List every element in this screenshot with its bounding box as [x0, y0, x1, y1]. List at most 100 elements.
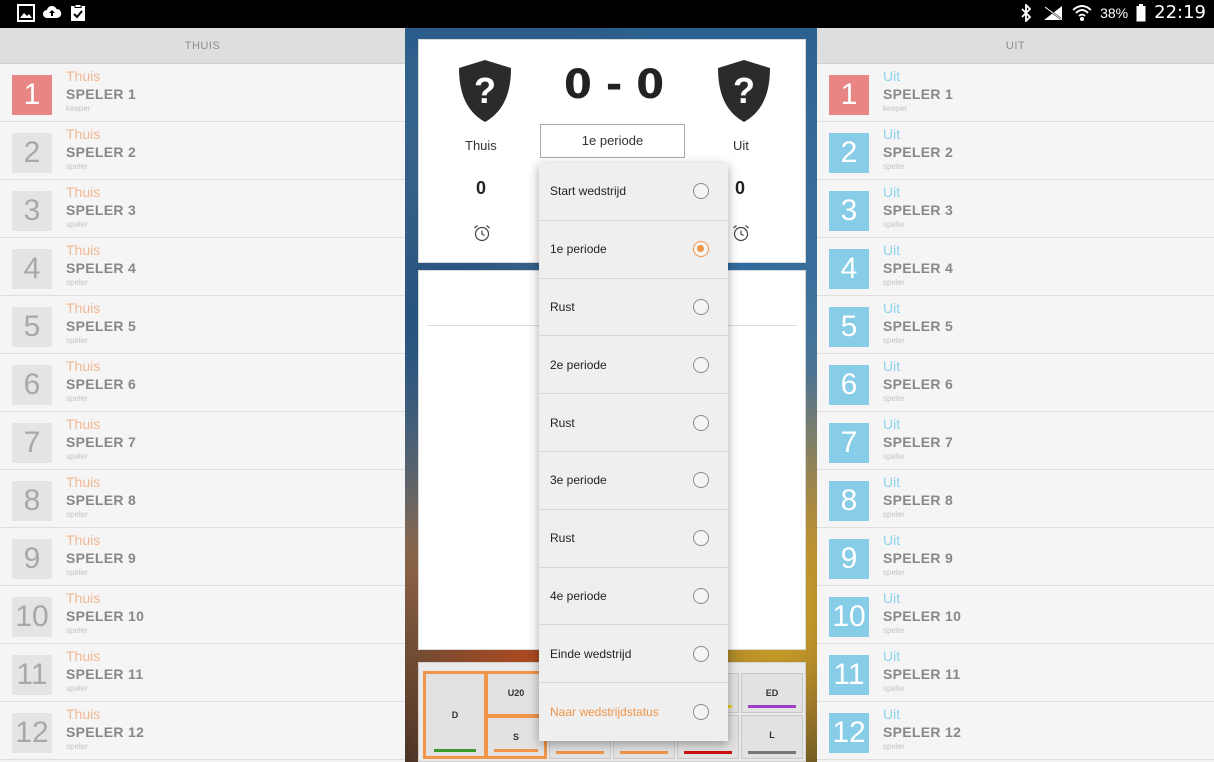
period-menu-item[interactable]: Einde wedstrijd [539, 625, 728, 684]
period-menu-item[interactable]: 1e periode [539, 221, 728, 279]
player-team-label: Thuis [66, 416, 101, 432]
player-name: SPELER 6 [66, 376, 137, 392]
zone-s-label: S [512, 732, 519, 742]
period-selector-button[interactable]: 1e periode [540, 124, 685, 158]
away-alarm-clock-icon[interactable] [732, 224, 750, 242]
player-row[interactable]: 7 Thuis SPELER 7 speler [0, 412, 405, 470]
player-number-badge: 11 [829, 655, 869, 695]
player-number-badge: 8 [829, 481, 869, 521]
player-row[interactable]: 1 Thuis SPELER 1 keeper [0, 64, 405, 122]
player-row[interactable]: 4 Thuis SPELER 4 speler [0, 238, 405, 296]
player-team-label: Uit [883, 416, 901, 432]
away-team-shield-icon[interactable]: ? [714, 58, 774, 124]
player-row[interactable]: 4 Uit SPELER 4 speler [817, 238, 1214, 296]
menu-item-label: 2e periode [550, 357, 607, 372]
menu-item-label: Naar wedstrijdstatus [550, 705, 659, 720]
player-row[interactable]: 2 Thuis SPELER 2 speler [0, 122, 405, 180]
zone-u20[interactable]: U20 [485, 671, 547, 717]
player-team-label: Thuis [66, 474, 101, 490]
zone-l-label: L [769, 730, 775, 740]
player-row[interactable]: 11 Thuis SPELER 11 speler [0, 644, 405, 702]
player-row[interactable]: 11 Uit SPELER 11 speler [817, 644, 1214, 702]
player-row[interactable]: 8 Uit SPELER 8 speler [817, 470, 1214, 528]
player-team-label: Thuis [66, 68, 101, 84]
radio-button[interactable] [693, 472, 709, 489]
player-role: speler [883, 510, 905, 519]
radio-button[interactable] [693, 530, 709, 547]
player-row[interactable]: 12 Thuis SPELER 12 speler [0, 702, 405, 760]
radio-button[interactable] [693, 298, 709, 315]
player-name: SPELER 5 [883, 318, 954, 334]
home-team-shield-icon[interactable]: ? [455, 58, 515, 124]
menu-item-naar-wedstrijdstatus[interactable]: Naar wedstrijdstatus [539, 683, 728, 741]
player-role: speler [66, 162, 88, 171]
radio-button[interactable] [693, 414, 709, 431]
player-row[interactable]: 10 Uit SPELER 10 speler [817, 586, 1214, 644]
period-menu-item[interactable]: 2e periode [539, 336, 728, 395]
player-row[interactable]: 5 Uit SPELER 5 speler [817, 296, 1214, 354]
player-number-badge: 2 [12, 133, 52, 173]
player-number-badge: 11 [12, 655, 52, 695]
player-row[interactable]: 1 Uit SPELER 1 keeper [817, 64, 1214, 122]
player-team-label: Uit [883, 474, 901, 490]
mute-icon [1044, 5, 1063, 20]
period-menu-item[interactable]: Rust [539, 394, 728, 452]
player-name: SPELER 4 [883, 260, 954, 276]
away-player-list: UIT 1 Uit SPELER 1 keeper 2 Uit SPELER 2 speler… [817, 28, 1214, 762]
player-name: SPELER 6 [883, 376, 954, 392]
player-row[interactable]: 6 Uit SPELER 6 speler [817, 354, 1214, 412]
svg-text:?: ? [733, 70, 755, 111]
player-row[interactable]: 10 Thuis SPELER 10 speler [0, 586, 405, 644]
player-team-label: Uit [883, 590, 901, 606]
player-row[interactable]: 9 Thuis SPELER 9 speler [0, 528, 405, 586]
radio-button[interactable] [693, 645, 709, 662]
player-row[interactable]: 9 Uit SPELER 9 speler [817, 528, 1214, 586]
player-row[interactable]: 3 Uit SPELER 3 speler [817, 180, 1214, 238]
player-row[interactable]: 2 Uit SPELER 2 speler [817, 122, 1214, 180]
zone-s[interactable]: S [485, 715, 547, 759]
player-row[interactable]: 8 Thuis SPELER 8 speler [0, 470, 405, 528]
zone-d[interactable]: D [423, 671, 487, 759]
svg-text:?: ? [474, 70, 496, 111]
radio-button[interactable] [693, 704, 709, 721]
player-role: speler [883, 626, 905, 635]
player-name: SPELER 3 [883, 202, 954, 218]
period-menu-item[interactable]: 3e periode [539, 452, 728, 510]
player-number-badge: 5 [829, 307, 869, 347]
player-name: SPELER 11 [66, 666, 144, 682]
radio-button[interactable] [693, 183, 709, 200]
player-name: SPELER 2 [883, 144, 954, 160]
player-row[interactable]: 6 Thuis SPELER 6 speler [0, 354, 405, 412]
zone-ed[interactable]: ED [741, 673, 803, 713]
player-role: speler [883, 568, 905, 577]
period-menu-item[interactable]: Rust [539, 510, 728, 568]
player-name: SPELER 8 [66, 492, 137, 508]
player-row[interactable]: 3 Thuis SPELER 3 speler [0, 180, 405, 238]
period-dropdown-menu: Start wedstrijd 1e periode Rust 2e periode R… [539, 163, 728, 741]
away-team-label: Uit [733, 138, 749, 153]
player-row[interactable]: 12 Uit SPELER 12 speler [817, 702, 1214, 760]
period-menu-item[interactable]: 4e periode [539, 568, 728, 626]
player-name: SPELER 9 [883, 550, 954, 566]
home-player-list: THUIS 1 Thuis SPELER 1 keeper 2 Thuis SPELER 2… [0, 28, 405, 762]
period-menu-item[interactable]: Start wedstrijd [539, 163, 728, 221]
radio-button[interactable] [693, 587, 709, 604]
zone-l[interactable]: L [741, 715, 803, 759]
home-alarm-clock-icon[interactable] [473, 224, 491, 242]
zone-l-bar [748, 751, 796, 754]
clock-time: 22:19 [1154, 2, 1206, 23]
menu-item-label: Rust [550, 415, 575, 430]
player-row[interactable]: 7 Uit SPELER 7 speler [817, 412, 1214, 470]
zone-d-bar [434, 749, 476, 752]
away-column-header: UIT [817, 28, 1214, 64]
player-name: SPELER 12 [66, 724, 145, 740]
player-role: speler [66, 742, 88, 751]
period-menu-item[interactable]: Rust [539, 279, 728, 337]
radio-button[interactable] [693, 356, 709, 373]
player-number-badge: 4 [12, 249, 52, 289]
player-name: SPELER 5 [66, 318, 137, 334]
zone-u20-label: U20 [507, 688, 525, 698]
player-number-badge: 7 [829, 423, 869, 463]
player-row[interactable]: 5 Thuis SPELER 5 speler [0, 296, 405, 354]
radio-button[interactable] [693, 241, 709, 258]
